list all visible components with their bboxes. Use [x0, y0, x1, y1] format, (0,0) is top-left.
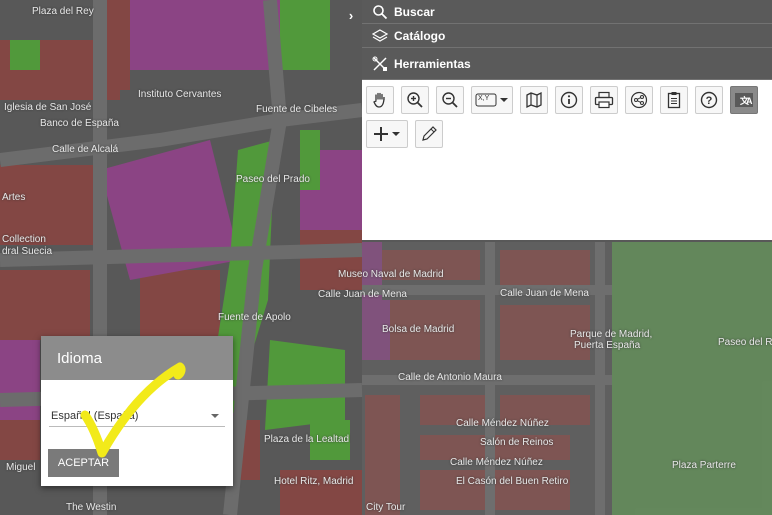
clipboard-tool-button[interactable]: [660, 86, 688, 114]
map-label: Collection: [2, 234, 46, 245]
map-icon: [525, 91, 543, 109]
language-icon: 文A: [734, 91, 754, 109]
catalog-label: Catálogo: [394, 28, 446, 43]
add-tool-button[interactable]: [366, 120, 408, 148]
coordinates-xy-icon: X,Y: [475, 92, 509, 108]
print-tool-button[interactable]: [590, 86, 618, 114]
tools-icon: [372, 56, 388, 72]
pan-hand-icon: [371, 91, 389, 109]
map-label: Calle Juan de Mena: [500, 288, 589, 299]
map-label: dral Suecia: [2, 246, 53, 257]
svg-text:?: ?: [706, 95, 713, 107]
map-label: Calle Juan de Mena: [318, 289, 407, 300]
share-tool-button[interactable]: [625, 86, 653, 114]
catalog-header[interactable]: Catálogo: [362, 24, 772, 48]
help-icon: ?: [700, 91, 718, 109]
tool-row-secondary: [366, 120, 772, 148]
map-label: Puerta España: [574, 340, 641, 351]
help-tool-button[interactable]: ?: [695, 86, 723, 114]
map-label: Plaza Parterre: [672, 460, 736, 471]
map-label: Fuente de Apolo: [218, 312, 291, 323]
pan-hand-tool-button[interactable]: [366, 86, 394, 114]
search-label: Buscar: [394, 4, 435, 19]
coordinates-xy-tool-button[interactable]: X,Y: [471, 86, 513, 114]
info-tool-button[interactable]: [555, 86, 583, 114]
zoom-in-icon: [406, 91, 424, 109]
map-tool-button[interactable]: [520, 86, 548, 114]
share-icon: [630, 91, 648, 109]
coordinates-label: X,Y: [478, 95, 490, 102]
collapse-panel-icon[interactable]: ›: [344, 6, 358, 24]
toolbox: X,Y? 文 A: [362, 80, 772, 240]
info-icon: [560, 91, 578, 109]
map-label: Instituto Cervantes: [138, 89, 222, 100]
map-label: Iglesia de San José: [4, 102, 92, 113]
zoom-out-tool-button[interactable]: [436, 86, 464, 114]
checkmark-annotation-icon: [80, 362, 186, 458]
side-panel: Buscar Catálogo Herramientas X,Y? 文 A: [362, 0, 772, 240]
map-label: Hotel Ritz, Madrid: [274, 476, 354, 487]
map-label: Museo Naval de Madrid: [338, 269, 444, 280]
tool-row-primary: X,Y? 文 A: [366, 86, 772, 114]
map-label: Miguel: [6, 462, 36, 473]
map-label: Calle de Alcalá: [52, 144, 119, 155]
tools-label: Herramientas: [394, 56, 471, 71]
pencil-icon: [420, 125, 438, 143]
map-label: Plaza de la Lealtad: [264, 434, 350, 445]
chevron-down-icon: [211, 414, 219, 418]
map-label: El Casón del Buen Retiro: [456, 476, 569, 487]
map-label: Paseo del R: [718, 337, 772, 348]
map-label: Banco de España: [40, 118, 119, 129]
add-icon: [372, 125, 402, 143]
map-label: Fuente de Cibeles: [256, 104, 338, 115]
clipboard-icon: [665, 91, 683, 109]
language-tool-button[interactable]: 文A: [730, 86, 758, 114]
tools-header[interactable]: Herramientas: [362, 48, 772, 80]
pencil-tool-button[interactable]: [415, 120, 443, 148]
map-label: The Westin: [66, 502, 117, 513]
search-header[interactable]: Buscar: [362, 0, 772, 24]
map-label: Salón de Reinos: [480, 437, 554, 448]
svg-text:A: A: [746, 96, 753, 106]
zoom-in-tool-button[interactable]: [401, 86, 429, 114]
zoom-out-icon: [441, 91, 459, 109]
layers-icon: [371, 28, 389, 44]
map-label: Calle de Antonio Maura: [398, 372, 502, 383]
map-label: Artes: [2, 192, 26, 203]
map-label: City Tour: [366, 502, 406, 513]
map-label: Plaza del Rey: [32, 6, 94, 17]
search-icon: [372, 4, 388, 20]
map-label: Parque de Madrid,: [570, 329, 653, 340]
map-label: Calle Méndez Núñez: [450, 457, 543, 468]
map-label: Paseo del Prado: [236, 174, 310, 185]
print-icon: [594, 91, 614, 109]
map-label: Bolsa de Madrid: [382, 324, 455, 335]
map-label: Calle Méndez Núñez: [456, 418, 549, 429]
